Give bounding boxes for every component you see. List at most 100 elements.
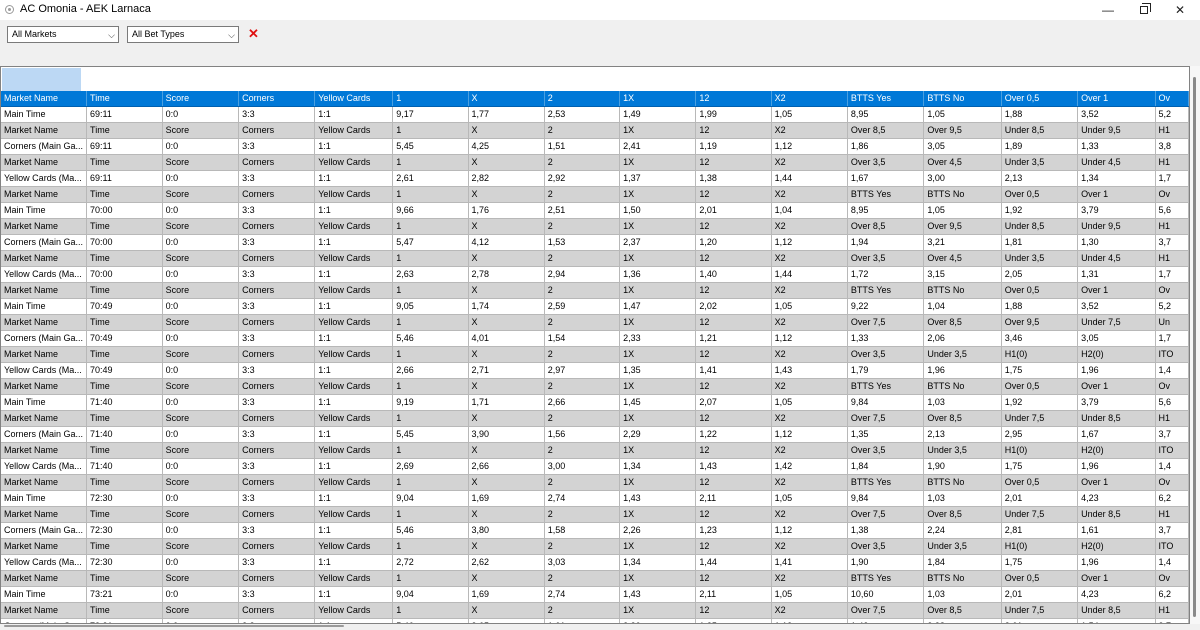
grid-cell[interactable]: 2,82 [468, 170, 545, 188]
table-row[interactable]: Corners (Main Ga... 71:40 0:0 3:3 1:1 5,45 3,9… [1, 426, 1189, 444]
grid-cell[interactable]: Under 8,5 [1001, 218, 1079, 236]
grid-cell[interactable]: 1 [392, 346, 469, 364]
grid-cell[interactable]: Over 1 [1077, 474, 1156, 492]
table-row[interactable]: Corners (Main Ga... 70:49 0:0 3:3 1:1 5,46 4,0… [1, 330, 1189, 348]
grid-cell[interactable]: Corners (Main Ga... [1, 138, 88, 156]
grid-cell[interactable]: Market Name [1, 442, 88, 460]
grid-cell[interactable]: 0:0 [162, 522, 240, 540]
grid-cell[interactable]: 2,33 [619, 330, 697, 348]
grid-cell[interactable]: Under 4,5 [1077, 154, 1156, 172]
grid-cell[interactable]: Market Name [1, 474, 88, 492]
grid-cell[interactable]: 9,84 [847, 394, 925, 412]
grid-cell[interactable]: BTTS No [923, 474, 1002, 492]
grid-cell[interactable]: Score [162, 91, 240, 108]
grid-cell[interactable]: X2 [771, 442, 848, 460]
grid-cell[interactable]: 1,90 [923, 458, 1002, 476]
market-header-row[interactable]: Market Name Time Score Corners Yellow Cards 1… [1, 314, 1189, 332]
grid-cell[interactable]: X2 [771, 602, 848, 620]
grid-cell[interactable]: 2 [544, 378, 621, 396]
grid-cell[interactable]: Market Name [1, 218, 88, 236]
grid-cell[interactable]: 12 [695, 250, 772, 268]
grid-cell[interactable]: 4,25 [468, 138, 545, 156]
grid-cell[interactable]: Corners [238, 314, 316, 332]
grid-cell[interactable]: Over 0,5 [1001, 91, 1079, 108]
grid-cell[interactable]: 1,71 [468, 394, 545, 412]
grid-cell[interactable]: Corners [238, 346, 316, 364]
grid-cell[interactable]: 3,00 [544, 458, 621, 476]
grid-cell[interactable]: Market Name [1, 602, 88, 620]
grid-cell[interactable]: 3,52 [1077, 298, 1156, 316]
grid-cell[interactable]: 1,54 [544, 330, 621, 348]
grid-cell[interactable]: 1,04 [771, 202, 848, 220]
grid-cell[interactable]: Time [86, 250, 163, 268]
grid-cell[interactable]: 3,79 [1077, 394, 1156, 412]
grid-cell[interactable]: 2,92 [544, 170, 621, 188]
grid-cell[interactable]: 10,60 [847, 586, 925, 604]
grid-cell[interactable]: BTTS Yes [847, 474, 925, 492]
grid-cell[interactable]: 1,74 [468, 298, 545, 316]
grid-cell[interactable]: 0:0 [162, 426, 240, 444]
grid-cell[interactable]: 1,51 [544, 138, 621, 156]
grid-cell[interactable]: Score [162, 602, 240, 620]
grid-cell[interactable]: X2 [771, 410, 848, 428]
grid-cell[interactable]: 2,62 [468, 554, 545, 572]
grid-cell[interactable]: 2 [544, 410, 621, 428]
grid-cell[interactable]: Over 9,5 [923, 218, 1002, 236]
table-row[interactable]: Main Time 72:30 0:0 3:3 1:1 9,04 1,69 2,74 1,43 2… [1, 490, 1189, 508]
grid-cell[interactable]: 1X [619, 250, 697, 268]
grid-cell[interactable]: X [468, 570, 545, 588]
grid-cell[interactable]: 12 [695, 314, 772, 332]
grid-cell[interactable]: 2 [544, 602, 621, 620]
grid-cell[interactable]: 1,96 [1077, 458, 1156, 476]
grid-cell[interactable]: X2 [771, 346, 848, 364]
grid-cell[interactable]: H1(0) [1001, 442, 1079, 460]
grid-cell[interactable]: 73:21 [86, 618, 163, 623]
grid-cell[interactable]: Market Name [1, 506, 88, 524]
grid-cell[interactable]: 1,4 [1155, 458, 1189, 476]
grid-cell[interactable]: 1,30 [1077, 234, 1156, 252]
grid-cell[interactable]: Score [162, 218, 240, 236]
grid-cell[interactable]: 12 [695, 474, 772, 492]
grid-cell[interactable]: Corners [238, 250, 316, 268]
grid-cell[interactable]: Yellow Cards [314, 538, 394, 556]
grid-cell[interactable]: 2 [544, 570, 621, 588]
grid-cell[interactable]: 3,05 [1077, 330, 1156, 348]
grid-cell[interactable]: 2 [544, 91, 621, 108]
grid-cell[interactable]: Over 9,5 [1001, 314, 1079, 332]
grid-cell[interactable]: 1,05 [771, 394, 848, 412]
grid-cell[interactable]: Under 7,5 [1001, 410, 1079, 428]
grid-cell[interactable]: 1X [619, 602, 697, 620]
grid-cell[interactable]: 2,66 [544, 394, 621, 412]
grid-cell[interactable]: 1,19 [695, 138, 772, 156]
grid-cell[interactable]: 1,23 [695, 522, 772, 540]
grid-cell[interactable]: X2 [771, 378, 848, 396]
grid-cell[interactable]: 2,05 [1001, 266, 1079, 284]
grid-cell[interactable]: Time [86, 282, 163, 300]
grid-cell[interactable]: H1 [1155, 506, 1189, 524]
grid-cell[interactable]: Un [1155, 314, 1189, 332]
grid-cell[interactable]: Yellow Cards [314, 346, 394, 364]
grid-cell[interactable]: 2,01 [695, 202, 772, 220]
grid-cell[interactable]: Under 9,5 [1077, 122, 1156, 140]
grid-cell[interactable]: Score [162, 538, 240, 556]
grid-cell[interactable]: 1:1 [314, 426, 394, 444]
grid-cell[interactable]: 2,13 [923, 426, 1002, 444]
grid-cell[interactable]: Yellow Cards (Ma... [1, 458, 88, 476]
grid-cell[interactable]: 2,59 [544, 298, 621, 316]
grid-cell[interactable]: Over 3,5 [847, 154, 925, 172]
grid-cell[interactable]: Corners [238, 378, 316, 396]
grid-cell[interactable]: 2,01 [1001, 586, 1079, 604]
grid-cell[interactable]: Time [86, 410, 163, 428]
grid-cell[interactable]: 3:3 [238, 586, 316, 604]
grid-cell[interactable]: X [468, 346, 545, 364]
grid-cell[interactable]: 1 [392, 506, 469, 524]
grid-cell[interactable]: 1,84 [847, 458, 925, 476]
grid-cell[interactable]: BTTS Yes [847, 186, 925, 204]
grid-cell[interactable]: BTTS No [923, 91, 1002, 108]
grid-cell[interactable]: 3,80 [468, 522, 545, 540]
grid-cell[interactable]: 3:3 [238, 202, 316, 220]
grid-cell[interactable]: 5,45 [392, 426, 469, 444]
market-header-row[interactable]: Market Name Time Score Corners Yellow Cards 1… [1, 250, 1189, 268]
grid-cell[interactable]: Score [162, 506, 240, 524]
grid-cell[interactable]: 0:0 [162, 138, 240, 156]
